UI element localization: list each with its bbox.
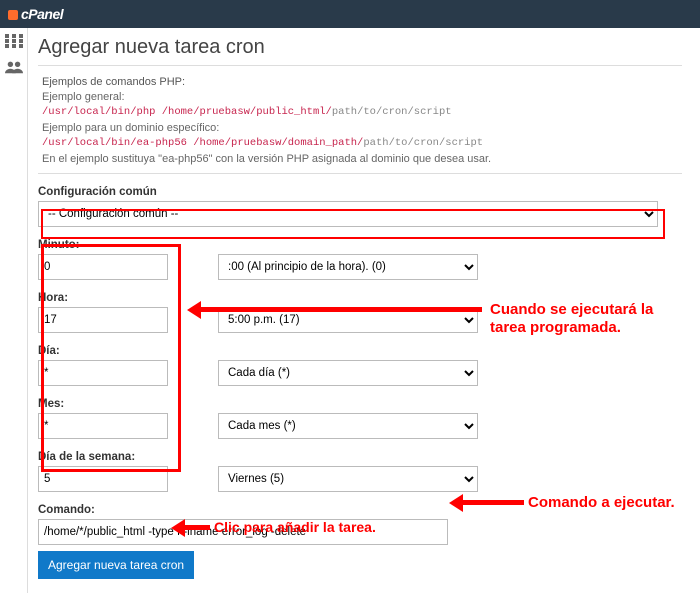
dow-input[interactable]	[38, 466, 168, 492]
top-bar: cPanel	[0, 0, 700, 28]
examples-heading: Ejemplos de comandos PHP:	[42, 76, 678, 88]
day-label: Día:	[38, 345, 682, 357]
common-select[interactable]: -- Configuración común --	[38, 201, 658, 227]
examples-hint: En el ejemplo sustituya "ea-php56" con l…	[42, 153, 678, 165]
examples-block: Ejemplos de comandos PHP: Ejemplo genera…	[38, 74, 682, 171]
day-preset[interactable]: Cada día (*)	[218, 360, 478, 386]
users-icon[interactable]	[5, 60, 23, 74]
submit-button[interactable]: Agregar nueva tarea cron	[38, 551, 194, 579]
example-general-code: /usr/local/bin/php /home/pruebasw/public…	[42, 106, 678, 118]
minute-input[interactable]	[38, 254, 168, 280]
dow-preset[interactable]: Viernes (5)	[218, 466, 478, 492]
command-input[interactable]	[38, 519, 448, 545]
command-label: Comando:	[38, 504, 682, 516]
example-domain-code: /usr/local/bin/ea-php56 /home/pruebasw/d…	[42, 137, 678, 149]
month-preset[interactable]: Cada mes (*)	[218, 413, 478, 439]
minute-label: Minuto:	[38, 239, 682, 251]
hour-preset[interactable]: 5:00 p.m. (17)	[218, 307, 478, 333]
hour-input[interactable]	[38, 307, 168, 333]
brand-logo: cPanel	[8, 6, 63, 22]
day-input[interactable]	[38, 360, 168, 386]
page-title: Agregar nueva tarea cron	[38, 36, 682, 59]
left-nav	[0, 28, 28, 593]
month-label: Mes:	[38, 398, 682, 410]
minute-preset[interactable]: :00 (Al principio de la hora). (0)	[218, 254, 478, 280]
divider	[38, 173, 682, 174]
annotation-schedule-text: Cuando se ejecutará la tarea programada.	[490, 301, 653, 337]
divider	[38, 65, 682, 66]
month-input[interactable]	[38, 413, 168, 439]
example-general-label: Ejemplo general:	[42, 91, 678, 103]
grid-icon[interactable]	[5, 34, 23, 48]
example-domain-label: Ejemplo para un dominio específico:	[42, 122, 678, 134]
common-label: Configuración común	[38, 186, 682, 198]
dow-label: Día de la semana:	[38, 451, 682, 463]
